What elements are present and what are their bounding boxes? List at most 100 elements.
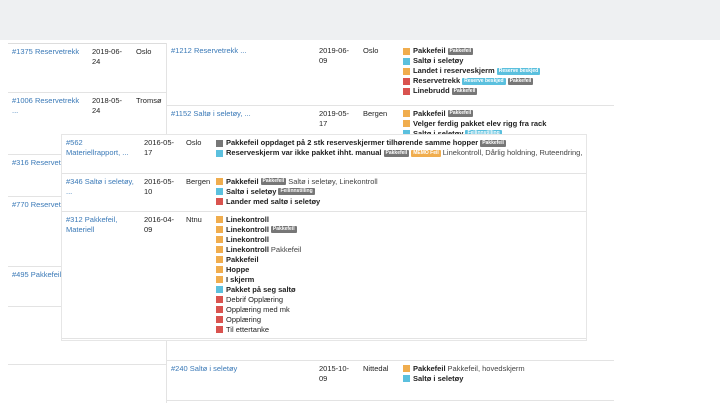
report-id-cell: #562 Materiellrapport, ... — [62, 135, 140, 174]
event-tag-label: I skjerm — [226, 274, 255, 284]
event-tag[interactable]: Lander med saltø i seletøy — [216, 197, 582, 207]
red-category-marker — [403, 87, 410, 95]
event-tag[interactable]: Linekontroll Pakkefeil — [216, 225, 582, 235]
event-tag-label: Linebrudd — [413, 86, 450, 95]
event-tag[interactable]: Saltø i seletøy — [403, 374, 610, 384]
report-date: 2019-06-09 — [315, 43, 359, 106]
event-tag[interactable]: Linekontroll — [216, 215, 582, 225]
event-tag-list: Pakkefeil Pakkefeil Saltø i seletøy Landet … — [403, 46, 610, 96]
event-tag-label: Pakkefeil — [226, 254, 259, 264]
event-tag[interactable]: Reservetrekk Reserve beskjed Pakkefeil — [403, 76, 610, 86]
event-tag[interactable]: Saltø i seletøy — [403, 56, 610, 66]
orange-category-marker — [403, 67, 410, 75]
event-tag-label: Lander med saltø i seletøy — [226, 196, 321, 206]
event-tag-label: Hoppe — [226, 264, 250, 274]
event-tag[interactable]: Pakkefeil oppdaget på 2 stk reserveskjer… — [216, 138, 582, 148]
gray-category-marker — [216, 139, 223, 147]
event-tag[interactable]: Linekontroll — [216, 235, 582, 245]
event-tag[interactable]: Pakket på seg saltø — [216, 285, 582, 295]
event-tag[interactable]: Pakkefeil Pakkefeil, hovedskjerm — [403, 364, 610, 374]
event-tag[interactable]: Hoppe — [216, 265, 582, 275]
event-tag-extra: Saltø i seletøy, Linekontroll — [288, 176, 378, 186]
event-tag-extra: Pakkefeil, hovedskjerm — [447, 363, 525, 373]
report-link[interactable]: #770 Reservetre — [12, 200, 67, 209]
report-row[interactable]: #240 Saltø i seletøy 2015-10-09 Nittedal Pa… — [167, 360, 614, 401]
event-tag[interactable]: Til ettertanke — [216, 325, 582, 335]
orange-category-marker — [403, 120, 410, 127]
report-row[interactable]: #562 Materiellrapport, ... 2016-05-17 Oslo… — [62, 135, 586, 174]
report-id-cell: #240 Saltø i seletøy — [167, 360, 315, 401]
report-date: 2019-06-24 — [88, 44, 132, 93]
report-row[interactable]: #312 Pakkefeil, Materiell 2016-04-09 Ntnu L… — [62, 211, 586, 339]
orange-category-marker — [403, 365, 410, 372]
event-tag-label: Pakkefeil — [413, 108, 446, 118]
event-tag[interactable]: Velger ferdig pakket elev rigg fra rack — [403, 119, 610, 129]
event-tag-list: Pakkefeil Pakkefeil, hovedskjerm Saltø i s… — [403, 364, 610, 384]
report-id-cell: #1375 Reservetrekk — [8, 44, 88, 93]
cause-badge: Pakkefeil — [447, 110, 474, 117]
event-tag[interactable]: Pakkefeil Pakkefeil — [403, 46, 610, 56]
report-tags-cell: Linekontroll Linekontroll Pakkefeil Linekon… — [212, 211, 586, 339]
event-tag[interactable]: Reserveskjerm var ikke pakket ihht. manu… — [216, 148, 582, 158]
event-tag-label: Linekontroll — [226, 244, 269, 254]
report-date: 2016-04-09 — [140, 211, 182, 339]
event-tag-label: Pakkefeil — [413, 363, 446, 373]
event-tag-label: Pakkefeil oppdaget på 2 stk reserveskjer… — [226, 138, 479, 147]
orange-category-marker — [216, 256, 223, 263]
blue-category-marker — [216, 286, 223, 293]
report-link[interactable]: #1006 Reservetrekk ... — [12, 96, 79, 115]
event-tag-label: Linekontroll — [226, 224, 269, 234]
report-tags-cell: Pakkefeil Pakkefeil Saltø i seletøy Landet … — [399, 43, 614, 106]
event-tag[interactable]: Landet i reserveskjerm Reserve beskjed — [403, 66, 610, 76]
orange-category-marker — [216, 236, 223, 243]
cause-badge: MEMO Feil — [411, 149, 441, 157]
report-link[interactable]: #495 Pakkefeil, — [12, 270, 63, 279]
report-link[interactable]: #1152 Saltø i seletøy, ... — [171, 109, 251, 118]
event-tag-label: Landet i reserveskjerm — [413, 66, 495, 75]
event-tag-label: Saltø i seletøy — [413, 56, 464, 65]
event-tag-label: Debrif Opplæring — [226, 294, 284, 304]
report-link[interactable]: #1375 Reservetrekk — [12, 47, 79, 56]
red-category-marker — [216, 306, 223, 313]
report-row[interactable]: #1212 Reservetrekk ... 2019-06-09 Oslo Pakk… — [167, 43, 614, 106]
report-date: 2016-05-10 — [140, 173, 182, 212]
cause-badge: Pakkefeil — [507, 77, 534, 85]
event-tag[interactable]: I skjerm — [216, 275, 582, 285]
blue-category-marker — [216, 188, 223, 195]
event-tag[interactable]: Debrif Opplæring — [216, 295, 582, 305]
cause-badge: Pakkefeil — [480, 139, 506, 147]
cause-badge: Pakkefeil — [383, 149, 410, 157]
event-tag[interactable]: Pakkefeil — [216, 255, 582, 265]
event-tag-extra: Linekontroll, Dårlig holdning, Ruteendri… — [442, 148, 582, 157]
red-category-marker — [216, 198, 223, 205]
report-tags-cell: Pakkefeil Pakkefeil, hovedskjerm Saltø i s… — [399, 360, 614, 401]
event-tag[interactable]: Pakkefeil Pakkefeil — [403, 109, 610, 119]
report-link[interactable]: #1212 Reservetrekk ... — [171, 46, 246, 55]
event-tag-label: Reservetrekk — [413, 76, 461, 85]
report-link[interactable]: #346 Saltø i seletøy, ... — [66, 177, 134, 196]
report-link[interactable]: #562 Materiellrapport, ... — [66, 138, 129, 157]
report-link[interactable]: #312 Pakkefeil, Materiell — [66, 215, 117, 234]
front-reports-panel: #562 Materiellrapport, ... 2016-05-17 Oslo… — [62, 135, 586, 340]
event-tag-list: Linekontroll Linekontroll Pakkefeil Linekon… — [216, 215, 582, 335]
event-tag[interactable]: Pakkefeil Pakkefeil Saltø i seletøy, Linek… — [216, 177, 582, 187]
event-tag[interactable]: Saltø i seletøy Feilinnstilling — [216, 187, 582, 197]
red-category-marker — [216, 316, 223, 323]
report-row[interactable]: #346 Saltø i seletøy, ... 2016-05-10 Berge… — [62, 173, 586, 212]
orange-category-marker — [403, 47, 410, 55]
event-tag[interactable]: Opplæring med mk — [216, 305, 582, 315]
orange-category-marker — [216, 246, 223, 253]
event-tag-label: Reserveskjerm var ikke pakket ihht. manu… — [226, 148, 382, 157]
orange-category-marker — [403, 110, 410, 117]
report-place: Oslo — [132, 44, 170, 93]
report-date: 2016-05-17 — [140, 135, 182, 174]
event-tag[interactable]: Linekontroll Pakkefeil — [216, 245, 582, 255]
event-tag-label: Pakket på seg saltø — [226, 284, 296, 294]
event-tag[interactable]: Opplæring — [216, 315, 582, 325]
event-tag[interactable]: Linebrudd Pakkefeil — [403, 86, 610, 96]
cause-badge: Reserve beskjed — [496, 67, 541, 75]
blue-category-marker — [403, 57, 410, 65]
event-tag-label: Linekontroll — [226, 214, 269, 224]
report-place: Bergen — [182, 173, 212, 212]
report-link[interactable]: #240 Saltø i seletøy — [171, 364, 237, 373]
